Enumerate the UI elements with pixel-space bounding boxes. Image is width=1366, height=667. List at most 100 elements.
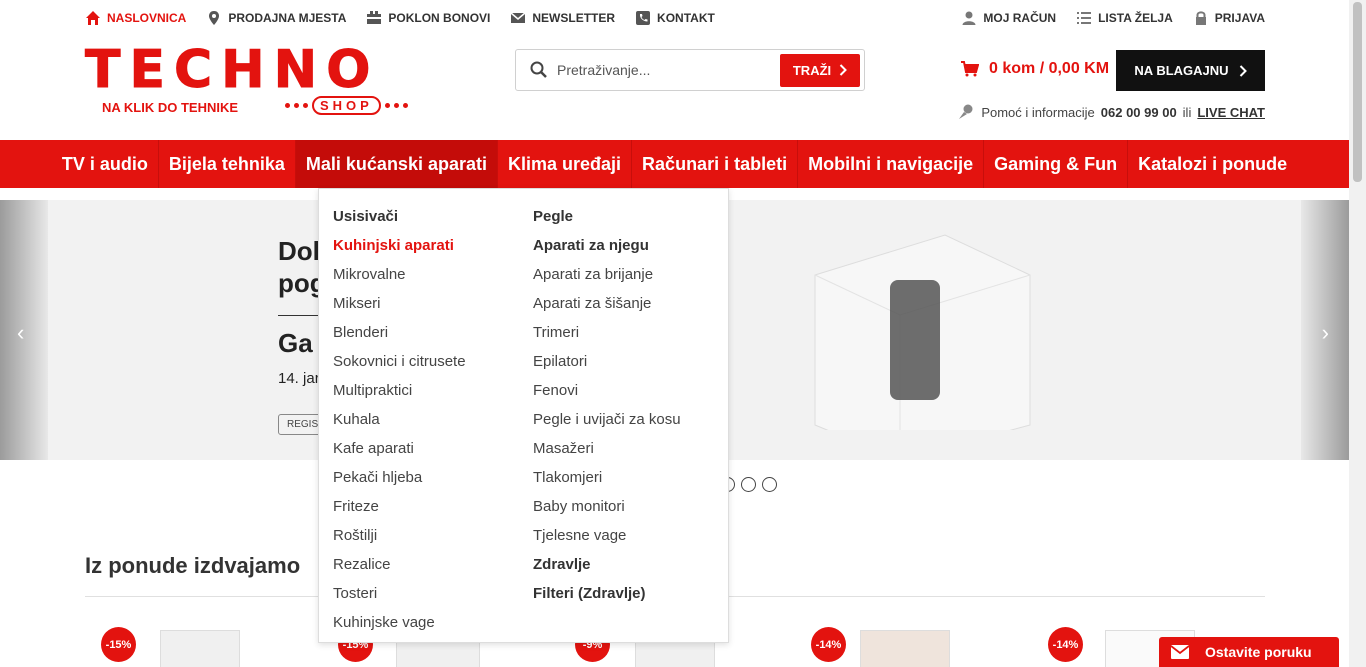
- logo-shop-word: SHOP: [312, 96, 381, 115]
- help-text: Pomoć i informacije: [981, 104, 1095, 120]
- banner-date: 14. jar: [278, 370, 320, 387]
- product-cube-image: [814, 234, 1031, 430]
- search-button-label: TRAŽI: [792, 62, 832, 78]
- product-image[interactable]: [860, 630, 950, 667]
- live-chat-link[interactable]: LIVE CHAT: [1197, 105, 1265, 120]
- checkout-button[interactable]: NA BLAGAJNU: [1116, 50, 1265, 91]
- menu-item-trimmers[interactable]: Trimeri: [533, 318, 681, 347]
- menu-item-baby-monitors[interactable]: Baby monitori: [533, 492, 681, 521]
- top-bar: NASLOVNICA PRODAJNA MJESTA POKLON BONOVI…: [85, 0, 1265, 36]
- menu-item-health[interactable]: Zdravlje: [533, 550, 681, 579]
- top-link-newsletter[interactable]: NEWSLETTER: [510, 10, 615, 26]
- top-link-stores[interactable]: PRODAJNA MJESTA: [206, 10, 346, 26]
- scrollbar-thumb[interactable]: [1353, 2, 1362, 182]
- top-link-gift-cards[interactable]: POKLON BONOVI: [366, 10, 490, 26]
- envelope-icon: [1171, 645, 1189, 659]
- envelope-icon: [510, 12, 526, 23]
- banner-headline-3: Ga: [278, 328, 313, 358]
- top-link-account[interactable]: MOJ RAČUN: [961, 10, 1056, 26]
- nav-tv-audio[interactable]: TV i audio: [52, 140, 159, 188]
- menu-item-irons[interactable]: Pegle: [533, 202, 681, 231]
- help-info: Pomoć i informacije 062 00 99 00 ili LIV…: [957, 103, 1265, 121]
- cart-summary[interactable]: 0 kom / 0,00 KM: [961, 60, 1109, 78]
- nav-catalogs-offers[interactable]: Katalozi i ponude: [1128, 140, 1297, 188]
- menu-item-health-filters[interactable]: Filteri (Zdravlje): [533, 579, 681, 608]
- checkout-label: NA BLAGAJNU: [1134, 63, 1229, 78]
- top-link-label: KONTAKT: [657, 11, 715, 25]
- menu-item-hair-clippers[interactable]: Aparati za šišanje: [533, 289, 681, 318]
- banner-headline-1: Dol: [278, 236, 320, 266]
- site-logo[interactable]: TECHNO NA KLIK DO TEHNIKE SHOP: [85, 40, 437, 118]
- top-link-label: PRIJAVA: [1214, 11, 1265, 25]
- menu-item-microwaves[interactable]: Mikrovalne: [333, 260, 466, 289]
- menu-item-food-processors[interactable]: Multipraktici: [333, 376, 466, 405]
- phone-icon: [636, 11, 651, 25]
- top-link-login[interactable]: PRIJAVA: [1193, 10, 1265, 26]
- logo-tagline: NA KLIK DO TEHNIKE: [102, 100, 239, 115]
- menu-item-bread-makers[interactable]: Pekači hljeba: [333, 463, 466, 492]
- chevron-right-icon: [839, 64, 848, 76]
- menu-item-mixers[interactable]: Mikseri: [333, 289, 466, 318]
- cart-icon: [961, 61, 979, 77]
- discount-badge: -15%: [101, 627, 136, 662]
- menu-item-blood-pressure-monitors[interactable]: Tlakomjeri: [533, 463, 681, 492]
- search-box: TRAŽI: [515, 49, 865, 91]
- search-icon: [530, 61, 547, 78]
- menu-item-hair-straighteners[interactable]: Pegle i uvijači za kosu: [533, 405, 681, 434]
- menu-item-kettles[interactable]: Kuhala: [333, 405, 466, 434]
- discount-badge: -14%: [1048, 627, 1083, 662]
- mega-menu-column-1: Usisivači Kuhinjski aparati Mikrovalne M…: [333, 202, 466, 637]
- user-icon: [962, 11, 976, 25]
- nav-air-conditioners[interactable]: Klima uređaji: [498, 140, 633, 188]
- lock-icon: [1195, 11, 1206, 25]
- top-link-label: MOJ RAČUN: [983, 11, 1057, 25]
- home-icon: [86, 11, 100, 25]
- search-button[interactable]: TRAŽI: [780, 53, 860, 87]
- menu-item-grills[interactable]: Roštilji: [333, 521, 466, 550]
- nav-mobile-navigation[interactable]: Mobilni i navigacije: [798, 140, 985, 188]
- nav-white-goods[interactable]: Bijela tehnika: [159, 140, 296, 188]
- banner-next-arrow[interactable]: ›: [1322, 320, 1329, 346]
- menu-item-hair-dryers[interactable]: Fenovi: [533, 376, 681, 405]
- top-link-contact[interactable]: KONTAKT: [635, 10, 715, 26]
- search-input[interactable]: [549, 55, 780, 85]
- help-phone: 062 00 99 00: [1100, 104, 1177, 120]
- chat-widget-button[interactable]: Ostavite poruku: [1159, 637, 1339, 667]
- mega-menu-small-appliances: Usisivači Kuhinjski aparati Mikrovalne M…: [318, 188, 729, 643]
- help-or: ili: [1182, 104, 1192, 120]
- menu-item-vacuum-cleaners[interactable]: Usisivači: [333, 202, 466, 231]
- banner-dot[interactable]: [762, 477, 777, 492]
- product-image[interactable]: [160, 630, 240, 667]
- menu-item-personal-care[interactable]: Aparati za njegu: [533, 231, 681, 260]
- page-scrollbar[interactable]: [1349, 0, 1366, 667]
- gift-card-icon: [367, 11, 382, 24]
- nav-computers-tablets[interactable]: Računari i tableti: [632, 140, 799, 188]
- nav-small-appliances[interactable]: Mali kućanski aparati: [295, 140, 498, 188]
- top-link-wishlist[interactable]: LISTA ŽELJA: [1076, 10, 1173, 26]
- logo-wordmark: TECHNO: [85, 40, 380, 100]
- discount-badge: -14%: [811, 627, 846, 662]
- mega-menu-column-2: Pegle Aparati za njegu Aparati za brijan…: [533, 202, 681, 608]
- menu-item-slicers[interactable]: Rezalice: [333, 550, 466, 579]
- featured-section-title: Iz ponude izdvajamo: [85, 553, 301, 578]
- top-link-home[interactable]: NASLOVNICA: [85, 10, 186, 26]
- menu-item-body-scales[interactable]: Tjelesne vage: [533, 521, 681, 550]
- banner-prev-arrow[interactable]: ‹: [17, 320, 24, 346]
- menu-item-massagers[interactable]: Masažeri: [533, 434, 681, 463]
- menu-item-blenders[interactable]: Blenderi: [333, 318, 466, 347]
- banner-dot[interactable]: [741, 477, 756, 492]
- menu-item-kitchen-appliances[interactable]: Kuhinjski aparati: [333, 231, 466, 260]
- cart-total: 0 kom / 0,00 KM: [989, 60, 1110, 77]
- menu-item-kitchen-scales[interactable]: Kuhinjske vage: [333, 608, 466, 637]
- menu-item-epilators[interactable]: Epilatori: [533, 347, 681, 376]
- menu-item-fryers[interactable]: Friteze: [333, 492, 466, 521]
- top-link-label: POKLON BONOVI: [388, 11, 491, 25]
- menu-item-toasters[interactable]: Tosteri: [333, 579, 466, 608]
- location-pin-icon: [209, 11, 220, 25]
- menu-item-shavers[interactable]: Aparati za brijanje: [533, 260, 681, 289]
- top-links-left: NASLOVNICA PRODAJNA MJESTA POKLON BONOVI…: [85, 10, 715, 26]
- nav-gaming-fun[interactable]: Gaming & Fun: [984, 140, 1129, 188]
- top-link-label: PRODAJNA MJESTA: [228, 11, 347, 25]
- menu-item-coffee-machines[interactable]: Kafe aparati: [333, 434, 466, 463]
- menu-item-juicers[interactable]: Sokovnici i citrusete: [333, 347, 466, 376]
